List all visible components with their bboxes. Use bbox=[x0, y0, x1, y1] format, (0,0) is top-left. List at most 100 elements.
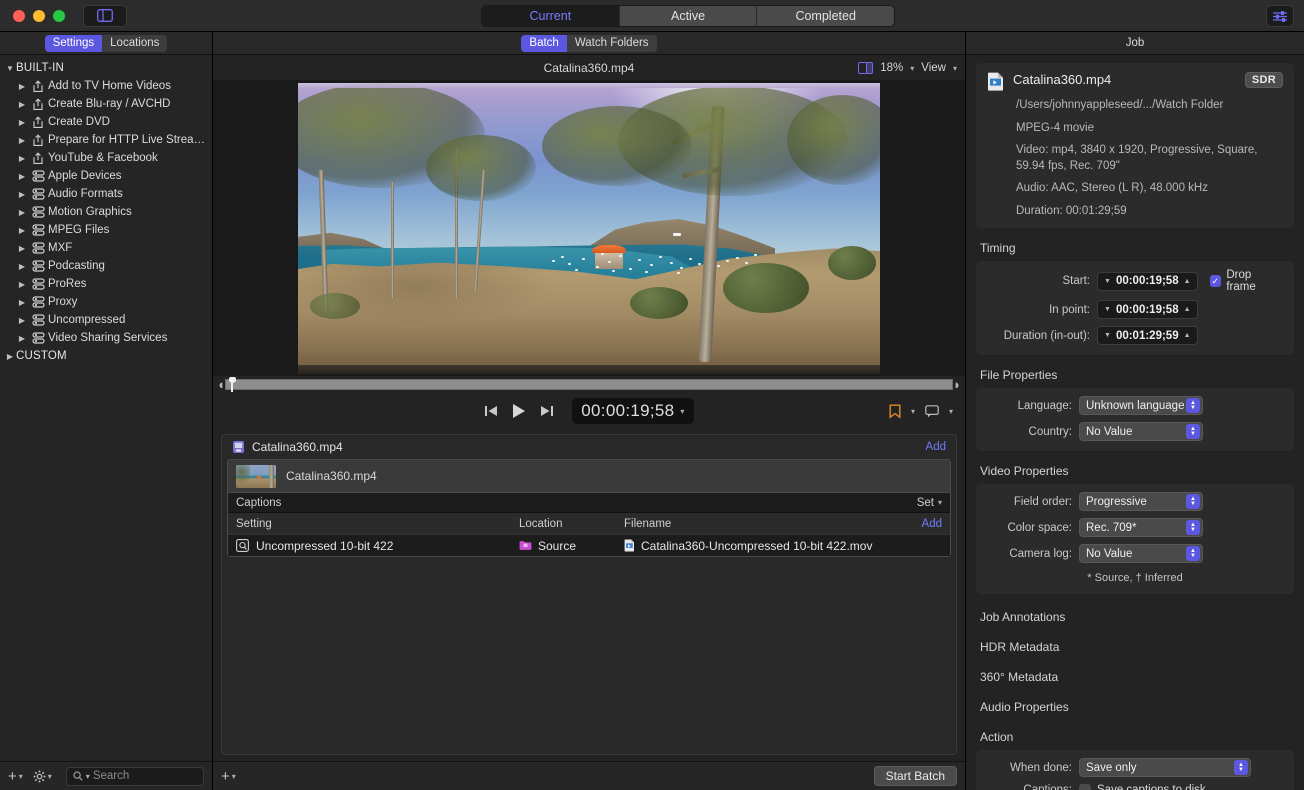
chevron-up-icon[interactable]: ▲ bbox=[1184, 278, 1191, 285]
sidebar-item-create-dvd[interactable]: ▶ Create DVD bbox=[0, 113, 212, 131]
search-input[interactable]: ▾ Search bbox=[65, 766, 204, 786]
scrubber-track[interactable] bbox=[224, 376, 954, 394]
color-space-select[interactable]: Rec. 709* ▲ ▼ bbox=[1079, 518, 1203, 538]
timecode-field[interactable]: 00:00:19;58 ▾ bbox=[572, 398, 694, 424]
chevron-down-icon[interactable]: ▾ bbox=[953, 64, 957, 73]
chevron-up-icon[interactable]: ▲ bbox=[1184, 332, 1191, 339]
skip-to-end-icon[interactable] bbox=[540, 404, 554, 418]
zoom-level[interactable]: 18% bbox=[880, 62, 903, 74]
tab-active[interactable]: Active bbox=[620, 6, 758, 26]
settings-tree[interactable]: ▼ BUILT-IN ▶ Add to TV Home Videos ▶ Cre… bbox=[0, 55, 212, 761]
sidebar-group-built-in[interactable]: ▼ BUILT-IN bbox=[0, 59, 212, 77]
preview-stage[interactable] bbox=[213, 81, 965, 376]
disclosure-triangle-right-icon[interactable]: ▶ bbox=[16, 154, 28, 163]
disclosure-triangle-right-icon[interactable]: ▶ bbox=[16, 334, 28, 343]
save-captions-checkbox[interactable]: ✓ bbox=[1079, 784, 1091, 790]
settings-action-button[interactable]: ▾ bbox=[33, 770, 52, 783]
add-setting-button[interactable]: + ▾ bbox=[8, 768, 23, 785]
caption-icon[interactable] bbox=[925, 404, 939, 418]
section-title-360-metadata[interactable]: 360° Metadata bbox=[980, 670, 1294, 684]
section-title-timing[interactable]: Timing bbox=[980, 241, 1294, 255]
camera-log-select[interactable]: No Value ▲ ▼ bbox=[1079, 544, 1203, 564]
sidebar-item-prores[interactable]: ▶ ProRes bbox=[0, 275, 212, 293]
sidebar-item-create-blu-ray-avchd[interactable]: ▶ Create Blu-ray / AVCHD bbox=[0, 95, 212, 113]
sidebar-item-motion-graphics[interactable]: ▶ Motion Graphics bbox=[0, 203, 212, 221]
section-title-video-properties[interactable]: Video Properties bbox=[980, 464, 1294, 478]
sidebar-tab-settings[interactable]: Settings bbox=[44, 34, 103, 52]
duration-timecode-field[interactable]: ▼ 00:01:29;59 ▲ bbox=[1097, 326, 1198, 346]
disclosure-triangle-right-icon[interactable]: ▶ bbox=[16, 226, 28, 235]
captions-set-button[interactable]: Set ▾ bbox=[917, 497, 942, 509]
chevron-down-icon[interactable]: ▼ bbox=[1104, 332, 1111, 339]
add-job-button[interactable]: + ▾ bbox=[221, 768, 236, 785]
tab-current[interactable]: Current bbox=[482, 6, 620, 26]
in-point-handle[interactable]: ◖ bbox=[217, 378, 225, 391]
sidebar-item-youtube-facebook[interactable]: ▶ YouTube & Facebook bbox=[0, 149, 212, 167]
sidebar-item-audio-formats[interactable]: ▶ Audio Formats bbox=[0, 185, 212, 203]
chevron-down-icon[interactable]: ▼ bbox=[1104, 278, 1111, 285]
chevron-down-icon[interactable]: ▾ bbox=[910, 64, 914, 73]
sidebar-item-podcasting[interactable]: ▶ Podcasting bbox=[0, 257, 212, 275]
disclosure-triangle-right-icon[interactable]: ▶ bbox=[16, 190, 28, 199]
tab-watch-folders[interactable]: Watch Folders bbox=[566, 34, 657, 52]
batch-add-job-button[interactable]: Add bbox=[926, 441, 946, 453]
disclosure-triangle-right-icon[interactable]: ▶ bbox=[16, 82, 28, 91]
sidebar-item-prepare-for-http-live-streaming[interactable]: ▶ Prepare for HTTP Live Strea… bbox=[0, 131, 212, 149]
sidebar-item-proxy[interactable]: ▶ Proxy bbox=[0, 293, 212, 311]
sidebar-item-apple-devices[interactable]: ▶ Apple Devices bbox=[0, 167, 212, 185]
sidebar-item-mxf[interactable]: ▶ MXF bbox=[0, 239, 212, 257]
disclosure-triangle-down-icon[interactable]: ▼ bbox=[4, 64, 16, 73]
skip-to-start-icon[interactable] bbox=[484, 404, 498, 418]
job-card[interactable]: Catalina360.mp4 Captions Set ▾ Setting L… bbox=[227, 459, 951, 557]
when-done-select[interactable]: Save only ▲ ▼ bbox=[1079, 758, 1251, 778]
disclosure-triangle-right-icon[interactable]: ▶ bbox=[16, 118, 28, 127]
disclosure-triangle-right-icon[interactable]: ▶ bbox=[16, 316, 28, 325]
chevron-down-icon[interactable]: ▾ bbox=[680, 407, 684, 416]
disclosure-triangle-right-icon[interactable]: ▶ bbox=[16, 262, 28, 271]
playhead-handle[interactable] bbox=[228, 376, 236, 394]
view-menu[interactable]: View bbox=[921, 62, 946, 74]
sidebar-item-uncompressed[interactable]: ▶ Uncompressed bbox=[0, 311, 212, 329]
in-point-timecode-field[interactable]: ▼ 00:00:19;58 ▲ bbox=[1097, 300, 1198, 320]
table-row[interactable]: Uncompressed 10-bit 422 Source Catalina3… bbox=[228, 534, 950, 556]
inspector-toggle-button[interactable] bbox=[1266, 5, 1294, 27]
field-order-select[interactable]: Progressive ▲ ▼ bbox=[1079, 492, 1203, 512]
sidebar-group-custom[interactable]: ▶ CUSTOM bbox=[0, 347, 212, 365]
drop-frame-checkbox[interactable]: ✓ bbox=[1209, 275, 1222, 288]
sidebar-toggle-button[interactable] bbox=[83, 4, 127, 27]
disclosure-triangle-right-icon[interactable]: ▶ bbox=[16, 298, 28, 307]
disclosure-triangle-right-icon[interactable]: ▶ bbox=[16, 244, 28, 253]
tab-batch[interactable]: Batch bbox=[521, 34, 567, 52]
start-timecode-field[interactable]: ▼ 00:00:19;58 ▲ bbox=[1097, 271, 1198, 291]
disclosure-triangle-right-icon[interactable]: ▶ bbox=[16, 100, 28, 109]
scrubber-row[interactable]: ◖ ◗ bbox=[213, 376, 965, 394]
disclosure-triangle-right-icon[interactable]: ▶ bbox=[16, 208, 28, 217]
disclosure-triangle-right-icon[interactable]: ▶ bbox=[16, 280, 28, 289]
disclosure-triangle-right-icon[interactable]: ▶ bbox=[16, 172, 28, 181]
play-icon[interactable] bbox=[510, 402, 528, 420]
section-title-action[interactable]: Action bbox=[980, 730, 1294, 744]
minimize-icon[interactable] bbox=[33, 9, 45, 22]
split-view-icon[interactable] bbox=[858, 62, 874, 74]
sidebar-item-mpeg-files[interactable]: ▶ MPEG Files bbox=[0, 221, 212, 239]
language-select[interactable]: Unknown language ▲ ▼ bbox=[1079, 396, 1203, 416]
chevron-down-icon[interactable]: ▾ bbox=[949, 407, 953, 416]
section-title-file-properties[interactable]: File Properties bbox=[980, 368, 1294, 382]
sidebar-item-video-sharing-services[interactable]: ▶ Video Sharing Services bbox=[0, 329, 212, 347]
disclosure-triangle-right-icon[interactable]: ▶ bbox=[16, 136, 28, 145]
add-output-button[interactable]: Add bbox=[922, 518, 942, 530]
section-title-job-annotations[interactable]: Job Annotations bbox=[980, 610, 1294, 624]
section-title-audio-properties[interactable]: Audio Properties bbox=[980, 700, 1294, 714]
chevron-up-icon[interactable]: ▲ bbox=[1184, 306, 1191, 313]
start-batch-button[interactable]: Start Batch bbox=[873, 766, 957, 786]
country-select[interactable]: No Value ▲ ▼ bbox=[1079, 422, 1203, 442]
chevron-down-icon[interactable]: ▾ bbox=[911, 407, 915, 416]
sidebar-item-add-to-tv-home-videos[interactable]: ▶ Add to TV Home Videos bbox=[0, 77, 212, 95]
section-title-hdr-metadata[interactable]: HDR Metadata bbox=[980, 640, 1294, 654]
out-point-handle[interactable]: ◗ bbox=[953, 378, 961, 391]
zoom-icon[interactable] bbox=[53, 9, 65, 22]
sidebar-tab-locations[interactable]: Locations bbox=[102, 34, 168, 52]
marker-icon[interactable] bbox=[889, 404, 901, 419]
chevron-down-icon[interactable]: ▼ bbox=[1104, 306, 1111, 313]
inspector-content[interactable]: Catalina360.mp4 SDR /Users/johnnyapplese… bbox=[966, 55, 1304, 790]
